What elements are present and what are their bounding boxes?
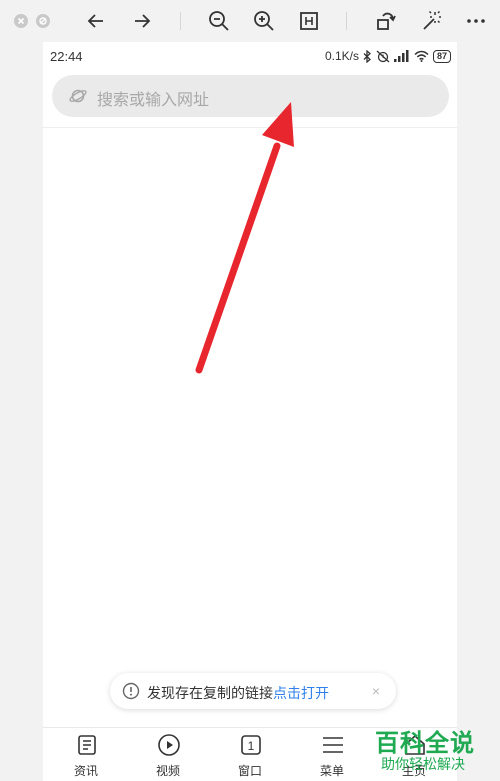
nav-item-video[interactable]: 视频 — [127, 728, 209, 781]
toast-message-text: 发现存在复制的链接 — [147, 685, 273, 701]
viewer-toolbar — [0, 0, 500, 42]
magic-wand-icon[interactable] — [419, 9, 443, 33]
wifi-icon — [414, 50, 429, 62]
nav-label-menu: 菜单 — [319, 764, 344, 778]
forward-arrow-icon[interactable] — [130, 9, 154, 33]
menu-icon — [321, 733, 345, 757]
watermark-subtitle: 助你轻松解决 — [381, 756, 465, 772]
blank-content-area — [43, 128, 457, 688]
nav-label-window: 窗口 — [237, 764, 262, 778]
info-icon — [122, 682, 140, 700]
battery-icon: 87 — [432, 49, 451, 63]
close-toast-button[interactable]: × — [372, 683, 380, 699]
status-icons: 0.1K/s 87 — [325, 48, 451, 64]
status-bar: 22:44 0.1K/s 87 — [43, 42, 457, 70]
search-input[interactable]: 搜索或输入网址 — [52, 75, 449, 117]
video-play-icon — [157, 733, 181, 757]
search-placeholder: 搜索或输入网址 — [97, 92, 210, 109]
nav-label-video: 视频 — [155, 764, 180, 778]
watermark-logo: 百科全说 助你轻松解决 — [375, 723, 495, 777]
zoom-in-icon[interactable] — [252, 9, 276, 33]
more-icon[interactable] — [464, 9, 488, 33]
nav-label-news: 资讯 — [73, 764, 98, 778]
net-speed: 0.1K/s — [324, 49, 359, 63]
planet-icon — [68, 87, 88, 105]
toolbar-divider — [346, 12, 347, 30]
signal-icon — [393, 50, 410, 62]
bluetooth-icon — [363, 49, 372, 63]
open-link-button[interactable]: 点击打开 — [273, 685, 329, 701]
toast-message: 发现存在复制的链接点击打开 — [147, 683, 329, 703]
clipboard-link-toast[interactable]: 发现存在复制的链接点击打开 × — [110, 673, 396, 709]
toolbar-divider — [180, 12, 181, 30]
watermark-title: 百科全说 — [375, 730, 475, 757]
nav-item-news[interactable]: 资讯 — [45, 728, 127, 781]
fit-icon[interactable] — [297, 9, 321, 33]
back-arrow-icon[interactable] — [84, 9, 108, 33]
alarm-off-icon — [376, 50, 390, 63]
minimize-dot-icon[interactable] — [36, 14, 50, 28]
close-dot-icon[interactable] — [14, 14, 28, 28]
nav-item-window[interactable]: 1 窗口 — [209, 728, 291, 781]
window-count-icon: 1 — [239, 733, 263, 757]
window-count: 1 — [248, 739, 255, 753]
phone-screen: 22:44 0.1K/s 87 搜索或输入网址 发现存在复制的链接点击打开 × … — [43, 42, 457, 781]
zoom-out-icon[interactable] — [207, 9, 231, 33]
status-time: 22:44 — [50, 49, 83, 64]
nav-item-menu[interactable]: 菜单 — [291, 728, 373, 781]
rotate-icon[interactable] — [374, 9, 398, 33]
news-icon — [75, 733, 99, 757]
